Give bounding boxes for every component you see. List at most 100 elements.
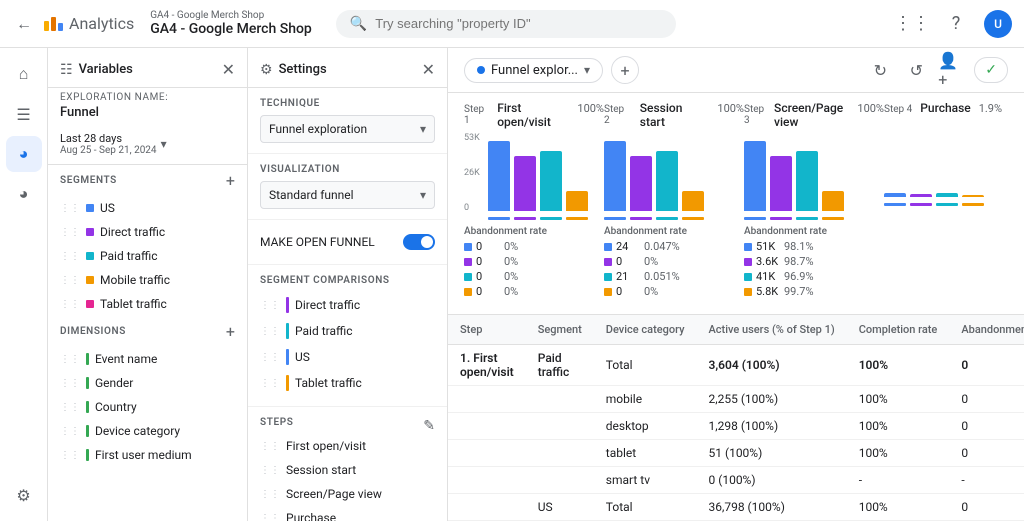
back-button[interactable]: ← bbox=[12, 10, 36, 38]
legend-row: 5.8K 99.7% bbox=[744, 285, 884, 298]
technique-select[interactable]: Funnel exploration ▾ bbox=[260, 115, 435, 143]
legend-value: 0 bbox=[476, 285, 500, 298]
bottom-bar bbox=[488, 217, 510, 220]
chart-area: 53K26K0 bbox=[464, 133, 604, 213]
comparison-item[interactable]: ⋮⋮ Tablet traffic bbox=[260, 370, 435, 396]
open-funnel-toggle-row: MAKE OPEN FUNNEL bbox=[260, 230, 435, 254]
bottom-bar bbox=[744, 217, 766, 220]
dimension-item[interactable]: ⋮⋮ First user medium bbox=[48, 443, 247, 467]
segment-item[interactable]: ⋮⋮ Mobile traffic bbox=[48, 268, 247, 292]
step-item[interactable]: ⋮⋮ First open/visit bbox=[260, 434, 435, 458]
steps-header: STEPS ✎ bbox=[260, 417, 435, 434]
nav-reports[interactable]: ☰ bbox=[6, 96, 42, 132]
dimension-item[interactable]: ⋮⋮ Event name bbox=[48, 347, 247, 371]
comparison-item[interactable]: ⋮⋮ Direct traffic bbox=[260, 292, 435, 318]
app-container: ← Analytics GA4 - Google Merch Shop GA4 … bbox=[0, 0, 1024, 521]
dimension-item[interactable]: ⋮⋮ Device category bbox=[48, 419, 247, 443]
step-header-row: Step 2 Session start 100% bbox=[604, 101, 744, 129]
open-funnel-toggle[interactable] bbox=[403, 234, 435, 250]
funnel-bar bbox=[884, 193, 906, 197]
table-cell: 0 bbox=[949, 345, 1024, 386]
dimension-item[interactable]: ⋮⋮ Country bbox=[48, 395, 247, 419]
step-item[interactable]: ⋮⋮ Screen/Page view bbox=[260, 482, 435, 506]
add-segment-button[interactable]: + bbox=[226, 171, 235, 190]
comparison-item[interactable]: ⋮⋮ US bbox=[260, 344, 435, 370]
drag-handle-icon: ⋮⋮ bbox=[260, 300, 280, 311]
comparison-item[interactable]: ⋮⋮ Paid traffic bbox=[260, 318, 435, 344]
settings-close-button[interactable]: ✕ bbox=[422, 60, 435, 79]
date-dropdown-icon[interactable]: ▾ bbox=[161, 137, 167, 151]
apps-icon[interactable]: ⋮⋮ bbox=[896, 8, 928, 40]
edit-steps-icon[interactable]: ✎ bbox=[423, 418, 435, 434]
dimension-bar bbox=[86, 449, 89, 461]
search-bar[interactable]: 🔍 bbox=[336, 10, 676, 38]
table-cell: 0 (100%) bbox=[697, 467, 847, 494]
date-range-section[interactable]: Last 28 days Aug 25 - Sep 21, 2024 ▾ bbox=[48, 128, 247, 165]
nav-explore[interactable]: ◕ bbox=[6, 136, 42, 172]
add-dimension-button[interactable]: + bbox=[226, 322, 235, 341]
nav-home[interactable]: ⌂ bbox=[6, 56, 42, 92]
steps-section: STEPS ✎ ⋮⋮ First open/visit⋮⋮ Session st… bbox=[248, 407, 447, 521]
comparison-label: Tablet traffic bbox=[295, 376, 362, 390]
table-header: StepSegmentDevice categoryActive users (… bbox=[448, 315, 1024, 345]
legend-dot bbox=[744, 288, 752, 296]
funnel-bar bbox=[514, 156, 536, 211]
drag-handle-icon: ⋮⋮ bbox=[260, 465, 280, 476]
nav-advertising[interactable]: ◕ bbox=[6, 176, 42, 212]
toggle-knob bbox=[421, 236, 433, 248]
legend-row: 0 0% bbox=[604, 255, 744, 268]
legend-row: 21 0.051% bbox=[604, 270, 744, 283]
main-area: ⌂ ☰ ◕ ◕ ⚙ ☷ Variables ✕ EXPLORATION NAME… bbox=[0, 48, 1024, 521]
add-user-button[interactable]: 👤+ bbox=[938, 56, 966, 84]
search-input[interactable] bbox=[375, 16, 662, 31]
segment-item[interactable]: ⋮⋮ US bbox=[48, 196, 247, 220]
status-button[interactable]: ✓ bbox=[974, 57, 1008, 83]
content-toolbar: Funnel explor... ▾ + ↻ ↺ 👤+ ✓ bbox=[448, 48, 1024, 93]
variables-close-button[interactable]: ✕ bbox=[222, 60, 235, 79]
bottom-bar bbox=[770, 217, 792, 220]
table-cell: - bbox=[949, 467, 1024, 494]
breadcrumb: GA4 - Google Merch Shop GA4 - Google Mer… bbox=[150, 10, 312, 37]
settings-panel: ⚙ Settings ✕ TECHNIQUE Funnel exploratio… bbox=[248, 48, 448, 521]
bottom-bar bbox=[936, 203, 958, 206]
top-right-actions: ⋮⋮ ? U bbox=[896, 8, 1012, 40]
segment-item[interactable]: ⋮⋮ Tablet traffic bbox=[48, 292, 247, 316]
step-pct: 100% bbox=[577, 102, 604, 115]
table-cell: 100% bbox=[847, 345, 950, 386]
step-label: First open/visit bbox=[286, 439, 366, 453]
steps-label: STEPS bbox=[260, 417, 293, 428]
funnel-tab[interactable]: Funnel explor... ▾ bbox=[464, 58, 603, 83]
step-item[interactable]: ⋮⋮ Session start bbox=[260, 458, 435, 482]
dimension-bar bbox=[86, 377, 89, 389]
visualization-select[interactable]: Standard funnel ▾ bbox=[260, 181, 435, 209]
funnel-bar bbox=[744, 141, 766, 211]
table-cell: 0 bbox=[949, 386, 1024, 413]
undo-button[interactable]: ↻ bbox=[866, 56, 894, 84]
bottom-bar bbox=[910, 203, 932, 206]
table-header-cell: Abandonments bbox=[949, 315, 1024, 345]
table-header-cell: Segment bbox=[526, 315, 594, 345]
redo-button[interactable]: ↺ bbox=[902, 56, 930, 84]
dimension-item[interactable]: ⋮⋮ Gender bbox=[48, 371, 247, 395]
table-header-cell: Device category bbox=[594, 315, 697, 345]
segment-color-dot bbox=[86, 204, 94, 212]
segment-item[interactable]: ⋮⋮ Paid traffic bbox=[48, 244, 247, 268]
legend-percent: 0% bbox=[504, 270, 518, 283]
legend-percent: 0.047% bbox=[644, 240, 680, 253]
nav-settings[interactable]: ⚙ bbox=[6, 477, 42, 513]
help-icon[interactable]: ? bbox=[940, 8, 972, 40]
chart-area bbox=[884, 119, 1024, 199]
dimension-label: First user medium bbox=[95, 448, 192, 462]
open-funnel-label: MAKE OPEN FUNNEL bbox=[260, 235, 375, 249]
drag-handle-icon: ⋮⋮ bbox=[260, 326, 280, 337]
funnel-bar bbox=[656, 151, 678, 211]
segment-item[interactable]: ⋮⋮ Direct traffic bbox=[48, 220, 247, 244]
legend-dot bbox=[604, 258, 612, 266]
step-item[interactable]: ⋮⋮ Purchase bbox=[260, 506, 435, 521]
add-tab-button[interactable]: + bbox=[611, 56, 639, 84]
variables-panel-header: ☷ Variables ✕ bbox=[48, 48, 247, 88]
avatar[interactable]: U bbox=[984, 10, 1012, 38]
table-cell: 0 bbox=[949, 440, 1024, 467]
drag-handle-icon: ⋮⋮ bbox=[60, 354, 80, 365]
table-cell: 2,255 (100%) bbox=[697, 386, 847, 413]
